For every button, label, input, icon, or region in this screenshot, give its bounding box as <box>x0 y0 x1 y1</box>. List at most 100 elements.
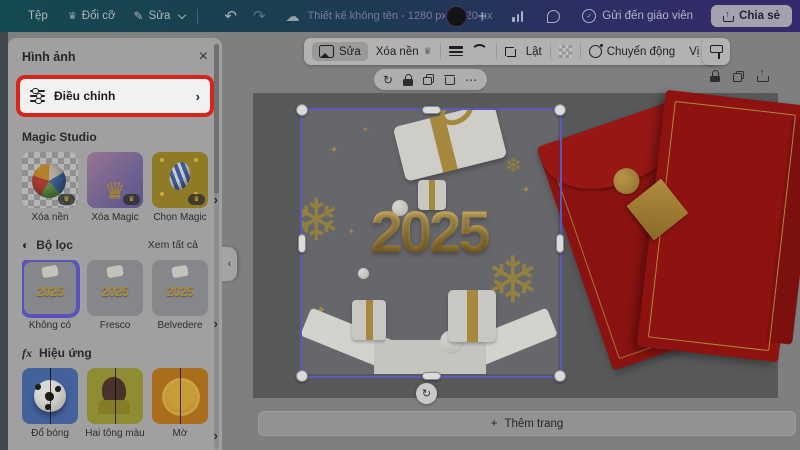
resize-handle-bottom[interactable] <box>422 372 441 380</box>
remove-bg-tool[interactable]: ♛ Xóa nền <box>22 152 78 223</box>
magic-studio-scroll-arrow[interactable]: › <box>214 192 218 207</box>
effects-heading: Hiệu ứng <box>39 346 92 360</box>
color-swatch[interactable] <box>445 5 468 28</box>
line-weight-icon[interactable] <box>449 46 463 57</box>
effect-label: Đổ bóng <box>31 428 69 439</box>
selection-dot <box>160 158 164 162</box>
lock-page-button[interactable] <box>710 70 720 82</box>
more-options-button[interactable]: ⋯ <box>465 77 478 83</box>
effect-shadow-thumbnail <box>22 368 78 424</box>
share-arrow-glyph: ↑ <box>725 9 730 19</box>
curve-icon[interactable] <box>471 44 488 60</box>
filter-label: Belvedere <box>157 320 202 331</box>
chevron-down-icon <box>178 10 186 18</box>
close-panel-button[interactable]: × <box>199 49 208 65</box>
resize-label: Đổi cỡ <box>82 10 116 22</box>
rotate-handle[interactable]: ↻ <box>416 383 437 404</box>
selection-dot <box>160 192 164 196</box>
edit-image-button[interactable]: Sửa <box>312 42 368 61</box>
file-menu-button[interactable]: Tệp <box>28 10 48 22</box>
lemon-art <box>162 378 200 416</box>
magic-eraser-tool[interactable]: ♛ ♛ Xóa Magic <box>87 152 143 223</box>
soccer-ball-art <box>34 380 66 412</box>
share-button[interactable]: ↑ Chia sẻ <box>711 5 792 27</box>
magic-studio-heading: Magic Studio <box>22 130 97 144</box>
beach-ball-art <box>32 164 66 198</box>
send-to-teacher-button[interactable]: ✓ Gửi đến giáo viên <box>582 9 693 23</box>
resize-handle-left[interactable] <box>298 234 306 253</box>
filter-none[interactable]: 2025 Không có <box>22 260 78 331</box>
scrollbar-thumb[interactable] <box>214 44 219 194</box>
magic-grab-tool[interactable]: ♛ Chọn Magic <box>152 152 208 223</box>
tool-label: Xóa nền <box>31 212 68 223</box>
crown-icon: ♛ <box>424 46 432 57</box>
delete-button[interactable] <box>444 74 455 86</box>
crop-icon[interactable] <box>505 45 518 58</box>
resize-handle-top[interactable] <box>422 106 441 114</box>
panel-title: Hình ảnh <box>22 50 75 64</box>
effect-shadow[interactable]: Đổ bóng <box>22 368 78 439</box>
check-circle-icon: ✓ <box>582 9 596 23</box>
star-art: ✦ <box>330 146 338 156</box>
resize-handle-bottom-right[interactable] <box>554 370 566 382</box>
balloon-art <box>167 160 193 192</box>
filter-none-thumbnail: 2025 <box>22 260 78 316</box>
preview-year: 2025 <box>102 284 129 299</box>
copy-style-button[interactable] <box>702 38 730 65</box>
snowflake-art: ❄ <box>505 156 522 176</box>
filters-scroll-arrow[interactable]: › <box>214 316 218 331</box>
effect-blur[interactable]: Mờ <box>152 368 208 439</box>
fx-icon: fx <box>22 346 32 361</box>
filter-belvedere-thumbnail: 2025 <box>152 260 208 316</box>
redo-button[interactable]: ↷ <box>253 7 266 25</box>
resize-handle-top-right[interactable] <box>554 104 566 116</box>
see-all-filters-link[interactable]: Xem tất cả <box>148 239 198 251</box>
duplicate-button[interactable] <box>423 74 434 85</box>
pro-badge: ♛ <box>58 194 75 205</box>
effect-duotone[interactable]: Hai tông màu <box>87 368 143 439</box>
red-envelope-front[interactable] <box>637 90 800 362</box>
flip-button[interactable]: Lật <box>526 46 542 58</box>
pro-badge: ♛ <box>123 194 140 205</box>
gift-art <box>171 265 189 279</box>
new-year-2025-image[interactable]: ❄ ❄ ❄ ✦ ✦ ✦ ✦ ✦ 2025 <box>300 108 558 374</box>
filter-belvedere[interactable]: 2025 Belvedere <box>152 260 208 331</box>
remove-background-button[interactable]: Xóa nền ♛ <box>376 46 432 58</box>
effect-duotone-thumbnail <box>87 368 143 424</box>
export-page-button[interactable]: ↑ <box>757 70 768 82</box>
magic-grab-thumbnail: ♛ <box>152 152 208 208</box>
collapse-panel-tab[interactable]: ‹ <box>222 247 237 281</box>
divider <box>197 9 198 24</box>
comment-icon[interactable] <box>547 10 560 23</box>
pro-badge: ♛ <box>188 194 205 205</box>
add-color-button[interactable]: + <box>478 8 487 25</box>
duplicate-page-button[interactable] <box>733 71 744 82</box>
small-gift-art <box>448 290 496 342</box>
filter-fresco[interactable]: 2025 Fresco <box>87 260 143 331</box>
transparency-icon[interactable] <box>559 45 572 58</box>
panel-scrollbar[interactable] <box>214 44 219 450</box>
edit-menu-label: Sửa <box>149 10 171 22</box>
tool-label: Chọn Magic <box>153 212 206 223</box>
resize-button[interactable]: ♛ Đổi cỡ <box>68 10 116 22</box>
effects-scroll-arrow[interactable]: › <box>214 428 218 443</box>
left-rail <box>0 32 8 450</box>
edit-image-label: Sửa <box>339 46 361 58</box>
insights-chart-icon[interactable] <box>512 10 523 22</box>
adjust-option[interactable]: Điều chỉnh › <box>20 79 210 113</box>
design-page[interactable]: ❄ ❄ ❄ ✦ ✦ ✦ ✦ ✦ 2025 <box>253 93 778 398</box>
rotate-icon: ↻ <box>422 387 431 400</box>
resize-handle-right[interactable] <box>556 234 564 253</box>
undo-button[interactable]: ↶ <box>224 7 237 25</box>
add-page-button[interactable]: + Thêm trang <box>258 411 796 436</box>
filters-heading: Bộ lọc <box>36 238 73 252</box>
filters-row: 2025 Không có 2025 Fresco 2025 <box>22 260 218 331</box>
rotate-button[interactable]: ↻ <box>383 74 393 86</box>
edit-menu-button[interactable]: ✎ Sửa <box>134 9 186 23</box>
lock-button[interactable] <box>403 74 413 86</box>
animate-button[interactable]: Chuyển động <box>589 45 675 58</box>
resize-handle-top-left[interactable] <box>296 104 308 116</box>
cloud-save-icon: ☁✓ <box>286 9 300 23</box>
preview-year: 2025 <box>37 284 64 299</box>
resize-handle-bottom-left[interactable] <box>296 370 308 382</box>
